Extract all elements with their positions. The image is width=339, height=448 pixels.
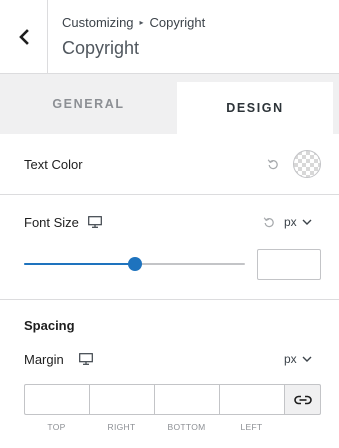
- margin-bottom-input[interactable]: [154, 384, 219, 415]
- breadcrumb: Customizing ▸ Copyright: [62, 15, 205, 30]
- chevron-down-icon: [302, 356, 312, 362]
- tab-design[interactable]: DESIGN: [177, 82, 333, 134]
- margin-unit-label: px: [284, 352, 297, 366]
- breadcrumb-parent: Customizing: [62, 15, 134, 30]
- tab-bar: GENERAL DESIGN: [0, 74, 339, 134]
- page-title: Copyright: [62, 38, 140, 58]
- desktop-icon[interactable]: [88, 216, 102, 228]
- margin-top-label: TOP: [47, 422, 66, 432]
- slider-thumb[interactable]: [127, 257, 142, 271]
- margin-inputs: [24, 384, 321, 415]
- margin-left-input[interactable]: [219, 384, 284, 415]
- link-icon: [293, 395, 312, 404]
- desktop-icon[interactable]: [79, 353, 93, 365]
- panel-header: Customizing ▸ Copyright Copyright: [0, 0, 339, 74]
- margin-bottom-label: BOTTOM: [167, 422, 206, 432]
- divider: [0, 299, 339, 300]
- breadcrumb-current: Copyright: [149, 15, 206, 30]
- margin-label: Margin: [24, 352, 64, 367]
- margin-top-input[interactable]: [24, 384, 89, 415]
- back-button[interactable]: [0, 0, 48, 73]
- tab-general[interactable]: GENERAL: [0, 74, 177, 134]
- spacing-heading: Spacing: [24, 318, 75, 333]
- text-color-reset-icon[interactable]: [267, 158, 279, 170]
- font-size-reset-icon[interactable]: [263, 216, 275, 228]
- link-values-button[interactable]: [284, 384, 321, 415]
- font-size-unit-select[interactable]: px: [284, 215, 312, 229]
- margin-unit-select[interactable]: px: [284, 352, 312, 366]
- font-size-input[interactable]: [257, 249, 321, 280]
- margin-right-label: RIGHT: [107, 422, 136, 432]
- text-color-swatch[interactable]: [293, 150, 321, 178]
- chevron-down-icon: [302, 219, 312, 225]
- font-size-slider[interactable]: [24, 257, 245, 271]
- font-size-unit-label: px: [284, 215, 297, 229]
- slider-fill: [24, 263, 135, 265]
- margin-field-labels: TOP RIGHT BOTTOM LEFT: [24, 422, 284, 432]
- divider: [0, 194, 339, 195]
- margin-right-input[interactable]: [89, 384, 154, 415]
- text-color-label: Text Color: [24, 157, 83, 172]
- breadcrumb-separator-icon: ▸: [139, 18, 144, 27]
- margin-left-label: LEFT: [240, 422, 263, 432]
- chevron-left-icon: [18, 28, 29, 45]
- font-size-label: Font Size: [24, 215, 79, 230]
